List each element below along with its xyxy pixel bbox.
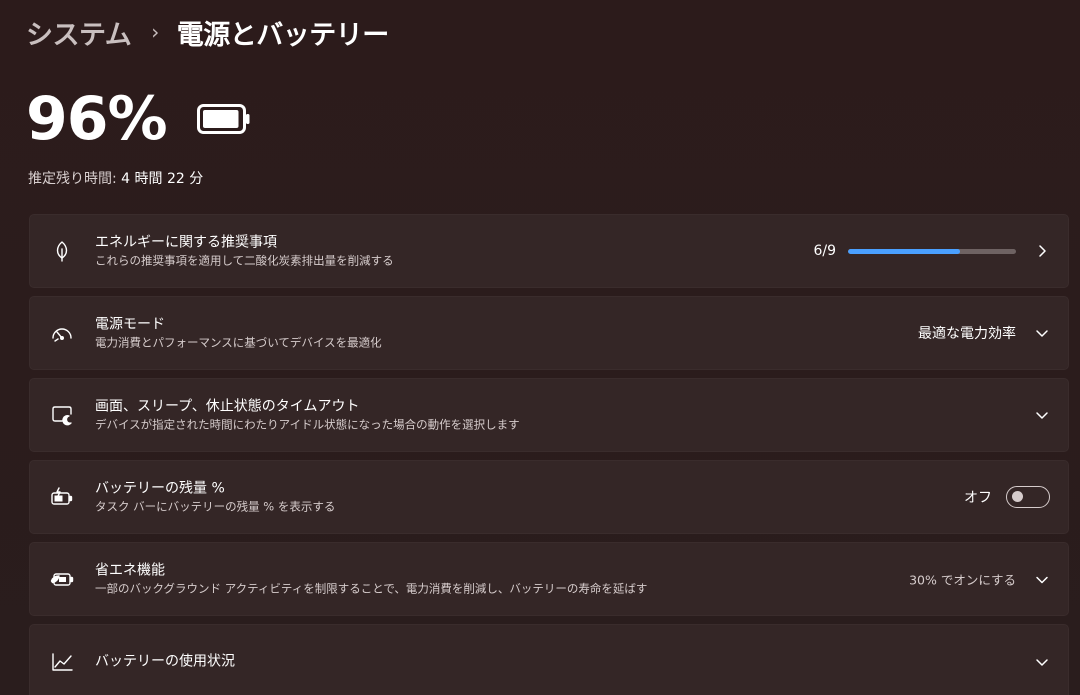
breadcrumb: システム › 電源とバッテリー: [26, 12, 389, 52]
energy-recommendations-title: エネルギーに関する推奨事項: [95, 234, 277, 251]
remaining-time-label: 推定残り時間:: [28, 171, 117, 187]
battery-saver-icon: [50, 567, 74, 591]
energy-recommendations-desc: これらの推奨事項を適用して二酸化炭素排出量を削減する: [95, 253, 394, 268]
power-mode-desc: 電力消費とパフォーマンスに基づいてデバイスを最適化: [95, 335, 382, 350]
recommendations-progress-fill: [848, 248, 961, 254]
energy-recommendations-card[interactable]: エネルギーに関する推奨事項 これらの推奨事項を適用して二酸化炭素排出量を削減する…: [29, 214, 1069, 288]
battery-percentage-card: バッテリーの残量 % タスク バーにバッテリーの残量 % を表示する オフ: [29, 460, 1069, 534]
screen-sleep-icon: [50, 403, 74, 427]
chevron-down-icon[interactable]: [1034, 407, 1050, 423]
chevron-right-icon: [1034, 243, 1050, 259]
battery-icon: [196, 104, 251, 138]
remaining-time-value: 4 時間 22 分: [121, 171, 204, 187]
battery-summary: 96%: [26, 84, 251, 154]
chart-icon: [50, 650, 74, 674]
breadcrumb-parent-system[interactable]: システム: [26, 13, 132, 52]
battery-percentage-desc: タスク バーにバッテリーの残量 % を表示する: [95, 499, 336, 514]
battery-percentage-title: バッテリーの残量 %: [95, 480, 225, 497]
recommendations-progress-label: 6/9: [813, 243, 836, 259]
chevron-down-icon[interactable]: [1034, 571, 1050, 587]
energy-saver-card[interactable]: 省エネ機能 一部のバックグラウンド アクティビティを制限することで、電力消費を削…: [29, 542, 1069, 616]
page-title: 電源とバッテリー: [176, 19, 390, 51]
power-mode-card[interactable]: 電源モード 電力消費とパフォーマンスに基づいてデバイスを最適化 最適な電力効率: [29, 296, 1069, 370]
battery-usage-title: バッテリーの使用状況: [95, 653, 235, 670]
battery-percentage-toggle-label: オフ: [964, 490, 992, 506]
breadcrumb-separator: ›: [151, 20, 159, 44]
chevron-down-icon[interactable]: [1034, 654, 1050, 670]
energy-saver-threshold: 30% でオンにする: [909, 572, 1016, 588]
energy-saver-desc: 一部のバックグラウンド アクティビティを制限することで、電力消費を削減し、バッテ…: [95, 581, 648, 596]
chevron-down-icon[interactable]: [1034, 325, 1050, 341]
screen-sleep-desc: デバイスが指定された時間にわたりアイドル状態になった場合の動作を選択します: [95, 417, 520, 432]
recommendations-progress-bar: [848, 248, 1016, 254]
battery-percentage-toggle[interactable]: [1006, 486, 1050, 508]
gauge-icon: [50, 321, 74, 345]
battery-usage-card[interactable]: バッテリーの使用状況: [29, 624, 1069, 695]
toggle-knob: [1012, 491, 1023, 502]
battery-charging-icon: [50, 485, 74, 509]
screen-sleep-title: 画面、スリープ、休止状態のタイムアウト: [95, 398, 360, 415]
remaining-time: 推定残り時間: 4 時間 22 分: [28, 168, 203, 188]
leaf-icon: [50, 239, 74, 263]
screen-sleep-timeout-card[interactable]: 画面、スリープ、休止状態のタイムアウト デバイスが指定された時間にわたりアイドル…: [29, 378, 1069, 452]
power-mode-select[interactable]: 最適な電力効率: [918, 323, 1016, 343]
power-mode-title: 電源モード: [95, 316, 165, 333]
battery-percent: 96%: [26, 84, 168, 154]
energy-saver-title: 省エネ機能: [95, 562, 165, 579]
